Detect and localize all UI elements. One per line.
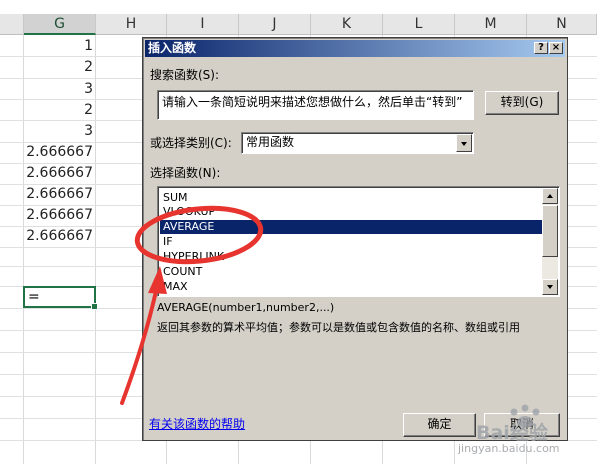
- function-item-average[interactable]: AVERAGE: [160, 220, 542, 234]
- category-select[interactable]: 常用函数: [241, 132, 474, 154]
- column-header-I[interactable]: I: [167, 14, 239, 35]
- column-header-F[interactable]: [0, 14, 24, 35]
- function-item-if[interactable]: IF: [160, 235, 542, 249]
- search-input[interactable]: 请输入一条简短说明来描述您想做什么，然后单击“转到”: [157, 90, 474, 120]
- fill-handle[interactable]: [91, 303, 98, 310]
- function-item-sum[interactable]: SUM: [160, 191, 542, 205]
- cell-g[interactable]: 2: [24, 100, 95, 121]
- column-header-K[interactable]: K: [311, 14, 383, 35]
- column-header-J[interactable]: J: [239, 14, 311, 35]
- active-cell-text: =: [28, 289, 40, 305]
- cell-g[interactable]: 2.666667: [24, 163, 95, 184]
- select-function-label: 选择函数(N):: [150, 166, 221, 180]
- baidu-watermark: Bai经验 jingyan.baidu.com: [458, 404, 593, 460]
- column-header-G[interactable]: G: [24, 14, 96, 35]
- cell-g[interactable]: 2.666667: [24, 226, 95, 247]
- chevron-down-icon: [547, 285, 553, 289]
- cell-g[interactable]: 3: [24, 121, 95, 142]
- cell-g[interactable]: 3: [24, 79, 95, 100]
- watermark-url: jingyan.baidu.com: [458, 442, 560, 455]
- function-list[interactable]: SUM VLOOKUP AVERAGE IF HYPERLINK COUNT M…: [157, 186, 560, 297]
- chevron-down-icon: [461, 142, 467, 146]
- cell-g[interactable]: 1: [24, 36, 95, 57]
- function-list-scrollbar[interactable]: [542, 188, 558, 295]
- dialog-title: 插入函数: [148, 41, 197, 55]
- function-item-hyperlink[interactable]: HYPERLINK: [160, 250, 542, 264]
- scroll-thumb[interactable]: [542, 205, 558, 257]
- sheet-top-strip: [0, 0, 597, 14]
- scroll-down-button[interactable]: [542, 279, 558, 295]
- column-header-N[interactable]: N: [527, 14, 597, 35]
- close-icon: ×: [551, 42, 561, 53]
- function-item-max[interactable]: MAX: [160, 280, 542, 294]
- function-help-link[interactable]: 有关该函数的帮助: [149, 417, 245, 431]
- cell-g[interactable]: 2.666667: [24, 142, 95, 163]
- cell-g[interactable]: 2: [24, 57, 95, 78]
- insert-function-dialog: 插入函数 ? × 搜索函数(S): 请输入一条简短说明来描述您想做什么，然后单击…: [142, 37, 568, 441]
- column-header-H[interactable]: H: [96, 14, 167, 35]
- go-button[interactable]: 转到(G): [485, 91, 559, 115]
- cell-g[interactable]: 2.666667: [24, 184, 95, 205]
- search-label: 搜索函数(S):: [150, 68, 220, 82]
- scroll-up-button[interactable]: [542, 188, 558, 204]
- function-item-vlookup[interactable]: VLOOKUP: [160, 205, 542, 219]
- cell-g[interactable]: 2.666667: [24, 205, 95, 226]
- category-label: 或选择类别(C):: [150, 136, 232, 150]
- column-header-M[interactable]: M: [455, 14, 527, 35]
- help-button[interactable]: ?: [534, 42, 548, 54]
- close-button[interactable]: ×: [549, 42, 563, 54]
- chevron-up-icon: [547, 194, 553, 198]
- function-description: 返回其参数的算术平均值；参数可以是数值或包含数值的名称、数组或引用: [157, 321, 520, 334]
- function-item-count[interactable]: COUNT: [160, 265, 542, 279]
- function-signature: AVERAGE(number1,number2,...): [157, 301, 335, 314]
- dialog-title-bar[interactable]: 插入函数 ? ×: [145, 40, 565, 57]
- active-cell[interactable]: =: [23, 286, 98, 310]
- column-header-L[interactable]: L: [383, 14, 455, 35]
- dropdown-button[interactable]: [456, 134, 472, 152]
- watermark-brand: Bai经验: [476, 422, 548, 444]
- category-value: 常用函数: [246, 135, 295, 149]
